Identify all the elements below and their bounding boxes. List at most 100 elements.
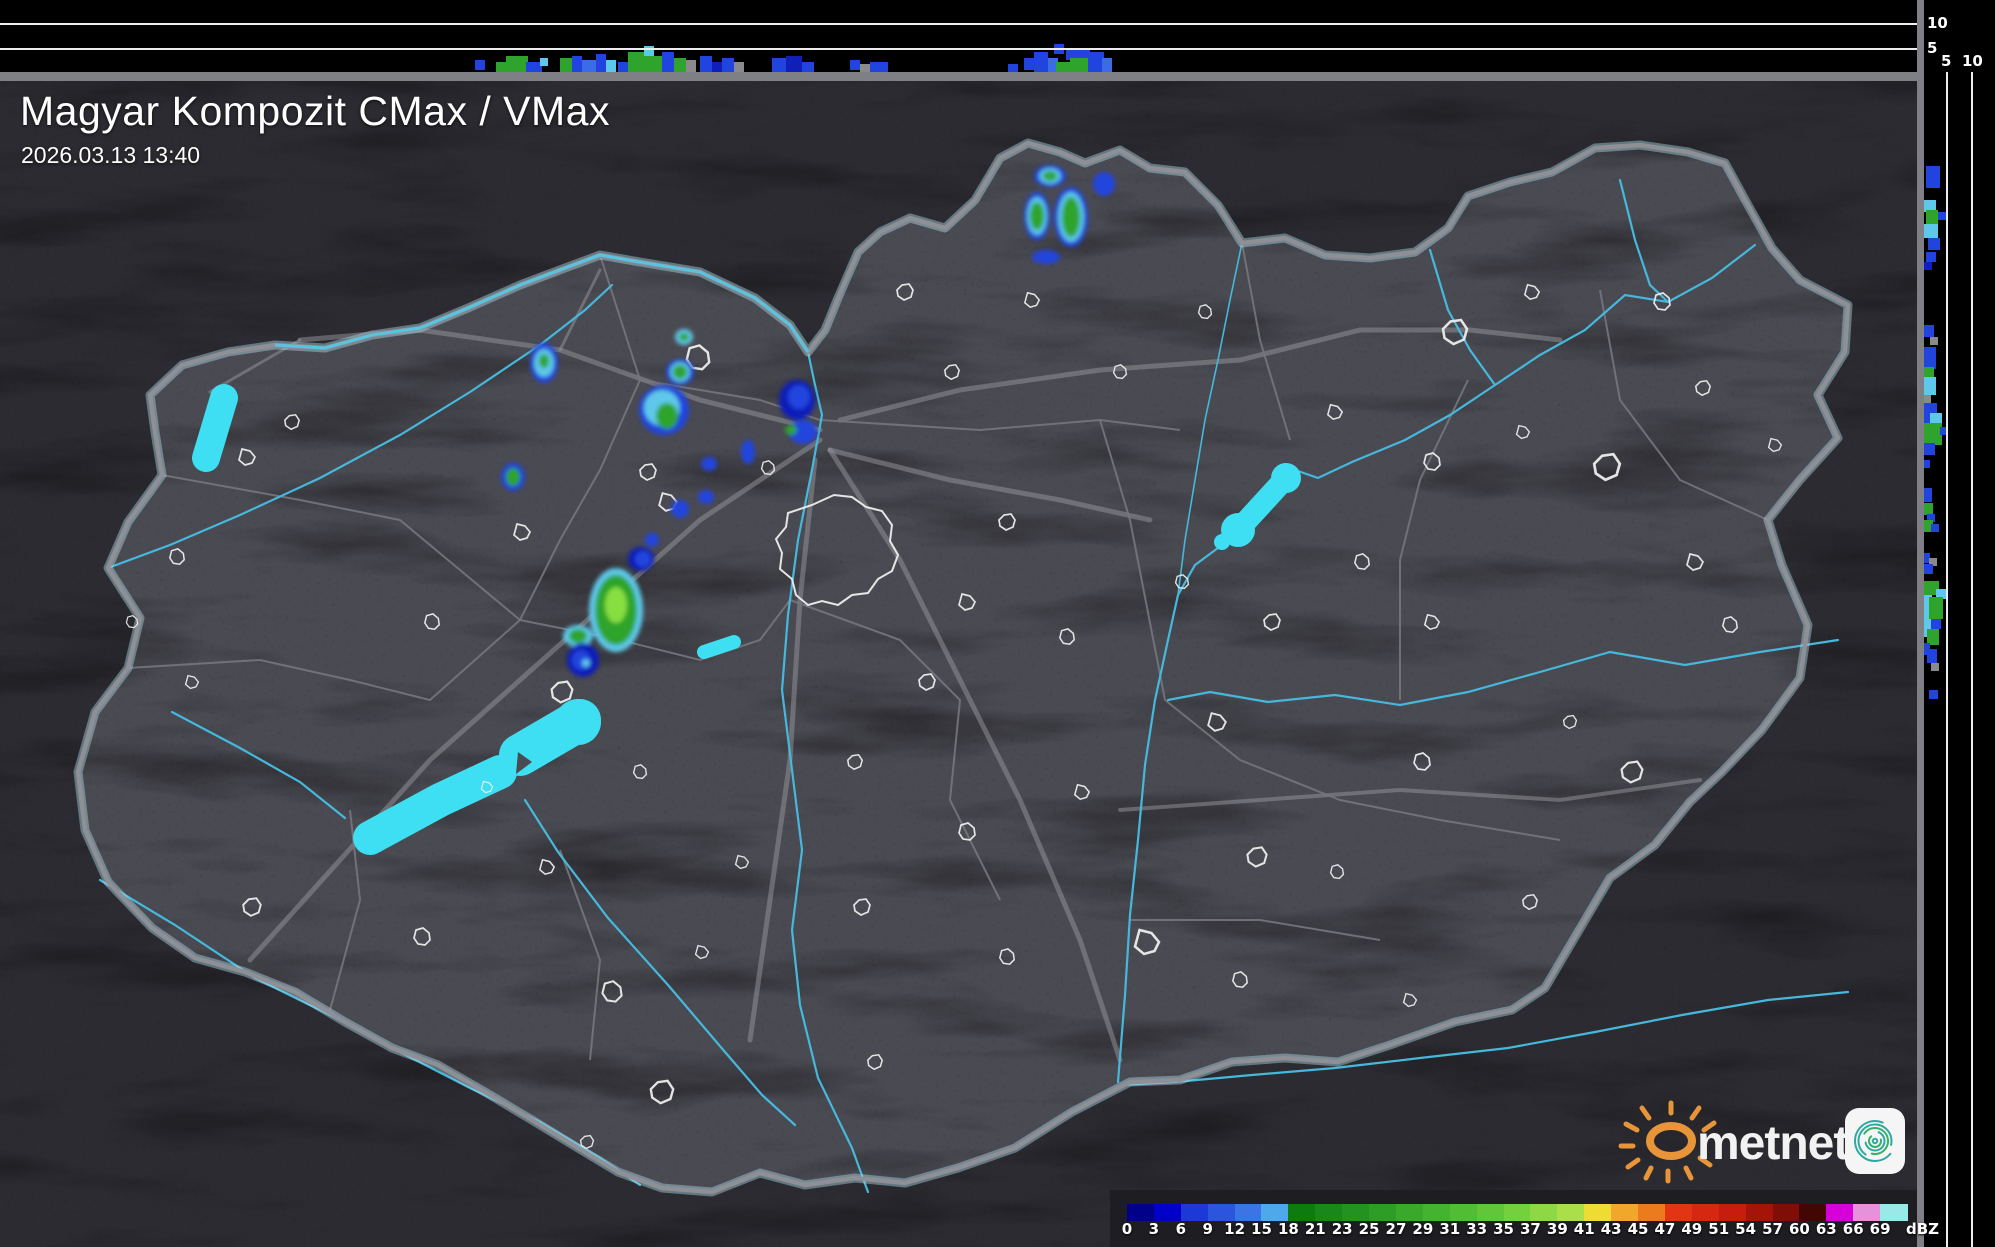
profile-echo-pixel [1927, 629, 1939, 645]
radar-echo-cell [582, 659, 590, 667]
legend-label: 47 [1654, 1220, 1676, 1238]
profile-echo-pixel [1923, 503, 1933, 515]
radar-echo-cell [1043, 171, 1057, 181]
top-axis-label-10: 10 [1927, 14, 1948, 32]
legend-label: 41 [1573, 1220, 1595, 1238]
profile-echo-pixel [1923, 443, 1935, 455]
profile-echo-pixel [1928, 238, 1940, 250]
profile-echo-pixel [860, 64, 870, 72]
legend-label: 9 [1202, 1220, 1213, 1238]
profile-echo-pixel [1926, 252, 1936, 262]
legend-label: 31 [1439, 1220, 1461, 1238]
profile-echo-pixel [1924, 488, 1932, 502]
profile-echo-pixel [1102, 58, 1112, 72]
profile-echo-pixel [1924, 367, 1934, 377]
profile-echo-pixel [772, 58, 786, 72]
legend-label: 18 [1277, 1220, 1299, 1238]
profile-echo-pixel [1088, 52, 1104, 72]
legend-block [1880, 1204, 1908, 1221]
legend-label: 25 [1358, 1220, 1380, 1238]
profile-echo-pixel [802, 62, 814, 72]
profile-echo-pixel [1931, 619, 1941, 629]
radar-echo-cell [788, 385, 810, 409]
legend-block [1718, 1204, 1747, 1221]
legend-unit: dBZ [1906, 1220, 1940, 1238]
legend-label: 21 [1304, 1220, 1326, 1238]
legend-label: 3 [1148, 1220, 1160, 1238]
radar-map: metnet [0, 0, 1995, 1247]
legend-label: 45 [1627, 1220, 1649, 1238]
legend-block [1449, 1204, 1478, 1221]
radar-echo-cell [656, 403, 678, 429]
legend-block [1530, 1204, 1558, 1221]
profile-echo-pixel [606, 60, 616, 72]
legend-label: 57 [1762, 1220, 1783, 1238]
profile-echo-pixel [596, 54, 606, 72]
radar-echo-cell [645, 533, 659, 547]
legend-label: 39 [1546, 1220, 1568, 1238]
lake-ferto [192, 384, 238, 472]
profile-echo-pixel [786, 56, 802, 72]
profile-echo-pixel [722, 58, 734, 72]
legend-label: 66 [1842, 1220, 1864, 1238]
legend-label: 33 [1466, 1220, 1488, 1238]
legend-block [1369, 1204, 1397, 1221]
legend-block [1315, 1204, 1343, 1221]
legend-block [1745, 1204, 1774, 1221]
legend-block [1611, 1204, 1639, 1221]
profile-echo-pixel [1923, 395, 1931, 403]
profile-echo-pixel [560, 58, 572, 72]
legend-label: 51 [1708, 1220, 1730, 1238]
radar-echo-cell [569, 629, 587, 643]
legend-block [1476, 1204, 1505, 1221]
profile-echo-pixel [1070, 58, 1090, 72]
profile-echo-pixel [1930, 337, 1938, 345]
legend-block [1261, 1204, 1289, 1221]
legend-label: 12 [1224, 1220, 1246, 1238]
legend-block [1180, 1204, 1209, 1221]
dbz-legend: 0 3 6 9 12 15 18 21 23 25 27 29 31 33 35 37 39 41 43 45 47 49… [1110, 1190, 1939, 1247]
radar-echo-cell [679, 333, 689, 341]
profile-echo-pixel [700, 56, 712, 72]
metnet-wordmark: metnet [1697, 1117, 1849, 1170]
profile-echo-pixel [475, 60, 485, 70]
legend-label: 60 [1788, 1220, 1810, 1238]
radar-echo-cell [701, 457, 717, 471]
radar-echo-cell [673, 365, 687, 379]
right-axis-label-10: 10 [1962, 52, 1983, 70]
legend-block [1422, 1204, 1451, 1221]
legend-label: 35 [1493, 1220, 1514, 1238]
profile-echo-pixel [526, 62, 542, 72]
profile-echo-pixel [1924, 224, 1938, 238]
profile-divider-horizontal [0, 72, 1917, 81]
radar-echo-cell [1030, 202, 1044, 230]
legend-block [1288, 1204, 1316, 1221]
profile-echo-pixel [712, 62, 722, 72]
profile-echo-pixel [1056, 62, 1070, 72]
radar-viewer: metnet 10 5 5 10 Magyar Kompozit CMax / … [0, 0, 1995, 1247]
profile-echo-pixel [674, 58, 686, 72]
legend-block [1853, 1204, 1881, 1221]
radar-echo-cell [785, 425, 797, 435]
radar-echo-cell [1093, 172, 1115, 196]
legend-label: 6 [1175, 1220, 1186, 1238]
profile-echo-pixel [734, 62, 744, 72]
profile-echo-pixel [662, 52, 674, 72]
profile-echo-pixel [1926, 210, 1938, 224]
legend-block [1207, 1204, 1236, 1221]
profile-echo-pixel [1927, 649, 1937, 663]
metnet-app-icon [1845, 1108, 1905, 1174]
profile-echo-pixel [1926, 166, 1940, 188]
profile-echo-pixel [870, 62, 888, 72]
legend-label: 43 [1600, 1220, 1622, 1238]
profile-echo-pixel [628, 52, 646, 72]
legend-block [1826, 1204, 1854, 1221]
profile-echo-pixel [1034, 52, 1048, 72]
profile-echo-pixel [540, 58, 548, 66]
radar-echo-cell [506, 468, 520, 486]
legend-label: 29 [1412, 1220, 1434, 1238]
legend-block [1153, 1204, 1182, 1221]
legend-block [1234, 1204, 1263, 1221]
legend-block [1691, 1204, 1720, 1221]
radar-echo-cell [741, 440, 755, 464]
